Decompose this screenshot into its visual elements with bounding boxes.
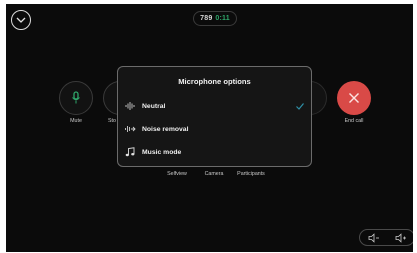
volume-down-icon[interactable] — [368, 232, 380, 243]
mute-label: Mute — [70, 118, 82, 124]
mute-button[interactable] — [59, 81, 93, 115]
camera-label: Camera — [204, 171, 224, 177]
noise-removal-icon — [124, 124, 136, 134]
microphone-icon — [72, 91, 80, 104]
volume-up-icon[interactable] — [395, 232, 407, 243]
close-icon — [349, 93, 359, 103]
microphone-options-dialog: Microphone options Neutral Noise removal… — [117, 66, 312, 167]
option-label: Music mode — [142, 148, 182, 156]
dialog-title: Microphone options — [178, 77, 251, 86]
volume-control — [359, 229, 413, 246]
meeting-number: 789 — [200, 15, 213, 22]
minimize-button[interactable] — [11, 10, 31, 30]
participants-label: Participants — [237, 171, 265, 177]
end-call-button[interactable] — [337, 81, 371, 115]
checkmark-icon — [296, 103, 304, 110]
option-music-mode[interactable]: Music mode — [124, 144, 305, 160]
option-neutral[interactable]: Neutral — [124, 98, 305, 114]
option-label: Neutral — [142, 102, 166, 110]
call-duration: 0:11 — [215, 15, 230, 22]
music-note-icon — [124, 147, 136, 157]
call-timer: 789 0:11 — [193, 11, 237, 26]
option-noise-removal[interactable]: Noise removal — [124, 121, 305, 137]
end-call-label: End call — [344, 118, 364, 124]
chevron-down-icon — [16, 17, 26, 23]
call-screen: 789 0:11 Mute Sto e End call Selfview Ca… — [6, 4, 413, 252]
waveform-icon — [124, 101, 136, 111]
selfview-label: Selfview — [167, 171, 187, 177]
option-label: Noise removal — [142, 125, 189, 133]
